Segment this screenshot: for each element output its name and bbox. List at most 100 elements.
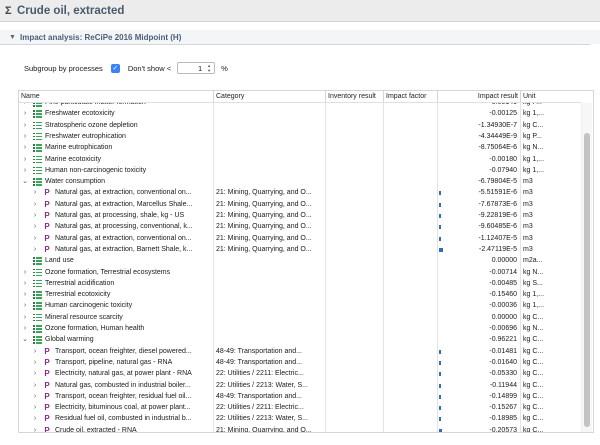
chevron-right-icon[interactable]: ›	[31, 187, 39, 198]
table-row[interactable]: › P Electricity, bituminous coal, at power…	[19, 402, 581, 413]
contribution-bar	[439, 406, 441, 411]
row-unit: kg C...	[523, 358, 544, 366]
table-row[interactable]: ⌄ Global warming -0.96221 kg C...	[19, 334, 581, 345]
table-row[interactable]: › P Natural gas, at processing, convention…	[19, 221, 581, 232]
table-row[interactable]: Land use 0.00000 m2a...	[19, 255, 581, 266]
window-titlebar: Σ Crude oil, extracted	[0, 0, 600, 22]
table-row[interactable]: › Ozone formation, Human health -0.00696 kg…	[19, 323, 581, 334]
chevron-down-icon[interactable]: ⌄	[21, 334, 29, 345]
collapse-triangle-icon[interactable]: ▼	[9, 34, 18, 41]
chevron-right-icon[interactable]: ›	[21, 300, 29, 311]
chevron-right-icon[interactable]: ›	[31, 346, 39, 357]
row-category	[216, 300, 324, 311]
table-row[interactable]: › P Natural gas, at extraction, convention…	[19, 187, 581, 198]
impact-category-icon	[33, 313, 42, 322]
table-row[interactable]: › Freshwater ecotoxicity -0.00125 kg 1,...	[19, 108, 581, 119]
row-name: Natural gas, at extraction, Barnett Shal…	[55, 245, 193, 253]
table-row[interactable]: › P Natural gas, combusted in industrial b…	[19, 380, 581, 391]
table-row[interactable]: › P Transport, pipeline, natural gas - RNA…	[19, 357, 581, 368]
chevron-down-icon[interactable]: ⌄	[21, 176, 29, 187]
table-row[interactable]: › Human non-carcinogenic toxicity -0.07940…	[19, 165, 581, 176]
spinner-arrows-icon[interactable]: ▲ ▼	[205, 63, 213, 73]
chevron-right-icon[interactable]: ›	[31, 391, 39, 402]
process-icon: P	[44, 357, 50, 367]
table-row[interactable]: › P Transport, ocean freighter, diesel pow…	[19, 346, 581, 357]
row-name: Natural gas, at extraction, conventional…	[55, 189, 192, 197]
table-row[interactable]: › P Crude oil, extracted - RNA 21: Mining, …	[19, 425, 581, 433]
table-row[interactable]: › P Natural gas, at processing, shale, kg …	[19, 210, 581, 221]
chevron-right-icon[interactable]: ›	[21, 142, 29, 153]
chevron-right-icon[interactable]: ›	[21, 289, 29, 300]
contribution-bar	[439, 360, 441, 365]
chevron-right-icon[interactable]: ›	[31, 233, 39, 244]
table-row[interactable]: › P Natural gas, at extraction, convention…	[19, 233, 581, 244]
table-row[interactable]: › Ozone formation, Terrestrial ecosystems…	[19, 267, 581, 278]
chevron-right-icon[interactable]: ›	[31, 199, 39, 210]
row-category	[216, 267, 324, 278]
row-category: 48-49: Transportation and...	[216, 358, 302, 366]
column-header-unit[interactable]: Unit	[520, 91, 550, 102]
row-impact-result: -0.15460	[489, 291, 517, 299]
impact-analysis-section-header[interactable]: ▼ Impact analysis: ReCiPe 2016 Midpoint …	[0, 30, 600, 44]
row-unit: m2a...	[523, 257, 543, 265]
chevron-right-icon[interactable]: ›	[31, 368, 39, 379]
chevron-right-icon[interactable]: ›	[21, 108, 29, 119]
options-bar: Subgroup by processes ✓ Don't show < 1 ▲…	[24, 61, 228, 75]
row-name: Natural gas, at extraction, conventional…	[55, 234, 192, 242]
chevron-right-icon[interactable]: ›	[21, 120, 29, 131]
process-icon: P	[44, 425, 50, 433]
chevron-right-icon[interactable]: ›	[21, 131, 29, 142]
row-name: Ozone formation, Terrestrial ecosystems	[45, 268, 171, 276]
column-header-category[interactable]: Category	[213, 91, 325, 102]
chevron-right-icon[interactable]: ›	[31, 402, 39, 413]
process-icon: P	[44, 380, 50, 390]
chevron-right-icon[interactable]: ›	[31, 244, 39, 255]
process-icon: P	[44, 244, 50, 254]
column-header-inventory[interactable]: Inventory result	[325, 91, 383, 102]
chevron-right-icon[interactable]: ›	[31, 380, 39, 391]
chevron-right-icon[interactable]: ›	[31, 221, 39, 232]
table-row[interactable]: › Terrestrial acidification -0.00485 kg S..…	[19, 278, 581, 289]
table-row[interactable]: › Stratospheric ozone depletion -1.34930E-…	[19, 120, 581, 131]
scrollbar-thumb[interactable]	[584, 133, 590, 427]
chevron-right-icon[interactable]: ›	[21, 323, 29, 334]
vertical-scrollbar[interactable]	[581, 103, 592, 432]
subgroup-checkbox[interactable]: ✓	[110, 63, 120, 73]
row-unit: kg N...	[523, 268, 544, 276]
column-header-result[interactable]: Impact result	[437, 91, 520, 102]
table-row[interactable]: › P Natural gas, at extraction, Barnett Sh…	[19, 244, 581, 255]
row-name: Marine eutrophication	[45, 144, 113, 152]
table-row[interactable]: › Terrestrial ecotoxicity -0.15460 kg 1,...	[19, 289, 581, 300]
chevron-right-icon[interactable]: ›	[31, 210, 39, 221]
impact-category-icon	[33, 166, 42, 175]
chevron-right-icon[interactable]: ›	[21, 278, 29, 289]
chevron-right-icon[interactable]: ›	[31, 357, 39, 368]
table-row[interactable]: › Human carcinogenic toxicity -0.00036 kg 1…	[19, 300, 581, 311]
table-row[interactable]: › P Transport, ocean freighter, residual f…	[19, 391, 581, 402]
column-header-name[interactable]: Name	[19, 91, 213, 102]
row-impact-result: -1.12407E-5	[478, 234, 517, 242]
column-header-factor[interactable]: Impact factor	[383, 91, 437, 102]
chevron-right-icon[interactable]: ›	[21, 154, 29, 165]
chevron-right-icon[interactable]: ›	[31, 425, 39, 432]
chevron-right-icon[interactable]: ›	[21, 312, 29, 323]
impact-category-icon	[33, 325, 42, 333]
row-name: Transport, ocean freighter, diesel power…	[55, 347, 192, 355]
row-impact-result: -0.07940	[489, 166, 517, 174]
table-row[interactable]: › Marine eutrophication -8.75064E-6 kg N...	[19, 142, 581, 153]
row-impact-result: -0.20573	[489, 426, 517, 433]
dont-show-spinner[interactable]: 1 ▲ ▼	[177, 62, 216, 74]
chevron-right-icon[interactable]: ›	[31, 413, 39, 424]
chevron-right-icon[interactable]: ›	[21, 165, 29, 176]
table-row[interactable]: ⌄ Water consumption -6.79804E-5 m3	[19, 176, 581, 187]
chevron-right-icon[interactable]: ›	[21, 267, 29, 278]
row-category: 21: Mining, Quarrying, and O...	[216, 234, 312, 242]
table-row[interactable]: › Freshwater eutrophication -4.34449E-9 kg …	[19, 131, 581, 142]
process-icon: P	[44, 403, 50, 413]
table-row[interactable]: › P Electricity, natural gas, at power pla…	[19, 368, 581, 379]
table-row[interactable]: › P Residual fuel oil, combusted in indust…	[19, 413, 581, 424]
contribution-bar	[439, 394, 441, 399]
table-row[interactable]: › P Natural gas, at extraction, Marcellus …	[19, 199, 581, 210]
table-row[interactable]: › Mineral resource scarcity 0.00000 kg C...	[19, 312, 581, 323]
table-row[interactable]: › Marine ecotoxicity -0.00180 kg 1,...	[19, 154, 581, 165]
